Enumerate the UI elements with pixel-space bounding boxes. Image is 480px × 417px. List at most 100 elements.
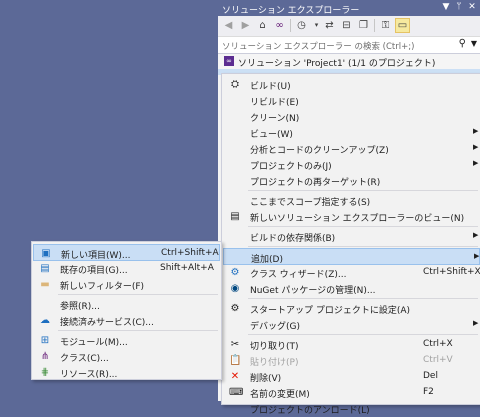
nuget-icon: ◉ [230, 283, 240, 294]
menu-item-scope-to-this[interactable]: ここまでスコープ指定する(S) [223, 192, 480, 209]
collapse-all-icon[interactable]: ⊟ [339, 18, 354, 33]
rename-icon: ⌨ [229, 387, 244, 398]
menu-separator [248, 190, 478, 191]
menu-item-label: 新しいフィルター(F) [60, 282, 145, 292]
menu-item-analyze[interactable]: 分析とコードのクリーンアップ(Z) ▶ [223, 140, 480, 157]
menu-item-label: 分析とコードのクリーンアップ(Z) [250, 146, 389, 156]
menu-item-label: プロジェクトの再ターゲット(R) [250, 178, 381, 188]
menu-item-add[interactable]: 追加(D) ▶ [223, 248, 480, 265]
menu-item-retarget[interactable]: プロジェクトの再ターゲット(R) [223, 172, 480, 189]
home-icon[interactable]: ⌂ [255, 18, 270, 33]
search-icon[interactable]: ⚲ [459, 38, 466, 49]
vs-icon[interactable]: ∞ [272, 18, 287, 33]
submenu-arrow-icon: ▶ [473, 319, 479, 327]
solution-label: ソリューション 'Project1' (1/1 のプロジェクト) [238, 59, 436, 69]
menu-item-connected-services[interactable]: ☁ 接続済みサービス(C)... [33, 312, 220, 329]
submenu-arrow-icon: ▶ [473, 143, 479, 151]
menu-item-label: 切り取り(T) [250, 342, 299, 352]
toolbar-separator [290, 19, 291, 32]
history-icon[interactable]: ◷ [294, 18, 309, 33]
menu-item-shortcut: Del [423, 371, 438, 381]
menu-item-build-dependencies[interactable]: ビルドの依存関係(B) ▶ [223, 228, 480, 245]
menu-item-shortcut: Ctrl+V [423, 355, 453, 365]
menu-item-label: NuGet パッケージの管理(N)... [250, 286, 376, 296]
properties-icon[interactable]: ⚿ [378, 18, 393, 33]
menu-item-new-explorer-view[interactable]: ▤ 新しいソリューション エクスプローラーのビュー(N) [223, 208, 480, 225]
tree-item-solution[interactable]: ∞ ソリューション 'Project1' (1/1 のプロジェクト) [218, 54, 480, 69]
menu-item-rename[interactable]: ⌨ 名前の変更(M) F2 [223, 384, 480, 401]
panel-title: ソリューション エクスプローラー [222, 6, 360, 16]
menu-item-label: クラス ウィザード(Z)... [250, 270, 347, 280]
project-context-menu: ⛭ ビルド(U) リビルド(E) クリーン(N) ビュー(W) ▶ 分析とコード… [221, 73, 480, 416]
window-position-dropdown-icon[interactable]: ▼ [440, 1, 452, 14]
paste-icon: 📋 [229, 355, 242, 366]
menu-item-new-item[interactable]: ▣ 新しい項目(W)... Ctrl+Shift+A [33, 244, 220, 261]
show-all-files-icon[interactable]: ❐ [356, 18, 371, 33]
menu-item-label: ビュー(W) [250, 130, 293, 140]
menu-item-debug[interactable]: デバッグ(G) ▶ [223, 316, 480, 333]
existing-item-icon: ▤ [40, 263, 50, 274]
new-item-icon: ▣ [41, 248, 51, 259]
menu-item-nuget[interactable]: ◉ NuGet パッケージの管理(N)... [223, 280, 480, 297]
menu-item-label: クラス(C)... [60, 354, 109, 364]
close-icon[interactable]: ✕ [466, 1, 478, 14]
class-icon: ⋔ [40, 351, 50, 362]
menu-item-label: リビルド(E) [250, 98, 299, 108]
menu-separator [58, 330, 218, 331]
menu-item-clean[interactable]: クリーン(N) [223, 108, 480, 125]
menu-item-label: 既存の項目(G)... [60, 266, 128, 276]
sync-icon[interactable]: ⇄ [322, 18, 337, 33]
module-icon: ⊞ [40, 335, 50, 346]
menu-separator [248, 298, 478, 299]
menu-item-label: ビルド(U) [250, 82, 291, 92]
pin-icon[interactable]: ᛘ [453, 1, 465, 14]
menu-item-resource[interactable]: ⋕ リソース(R)... [33, 364, 220, 381]
class-wizard-icon: ⚙ [230, 267, 240, 278]
menu-item-delete[interactable]: ✕ 削除(V) Del [223, 368, 480, 385]
add-submenu: ▣ 新しい項目(W)... Ctrl+Shift+A ▤ 既存の項目(G)...… [31, 241, 222, 380]
menu-item-shortcut: Shift+Alt+A [160, 263, 214, 273]
gear-icon: ⚙ [230, 303, 240, 314]
menu-item-new-filter[interactable]: ▬ 新しいフィルター(F) [33, 276, 220, 293]
menu-item-view[interactable]: ビュー(W) ▶ [223, 124, 480, 141]
menu-item-module[interactable]: ⊞ モジュール(M)... [33, 332, 220, 349]
menu-item-class-wizard[interactable]: ⚙ クラス ウィザード(Z)... Ctrl+Shift+X [223, 264, 480, 281]
menu-item-project-only[interactable]: プロジェクトのみ(J) ▶ [223, 156, 480, 173]
preview-icon[interactable]: ▭ [395, 18, 410, 33]
solution-explorer-toolbar: ◀ ▶ ⌂ ∞ ◷ ▾ ⇄ ⊟ ❐ ⚿ ▭ [218, 16, 480, 37]
menu-item-rebuild[interactable]: リビルド(E) [223, 92, 480, 109]
menu-item-cut[interactable]: ✂ 切り取り(T) Ctrl+X [223, 336, 480, 353]
menu-item-class[interactable]: ⋔ クラス(C)... [33, 348, 220, 365]
forward-icon[interactable]: ▶ [238, 18, 253, 33]
cut-icon: ✂ [230, 339, 240, 350]
menu-item-label: プロジェクトのアンロード(L) [250, 406, 370, 416]
menu-item-label: リソース(R)... [60, 370, 118, 380]
menu-item-unload-project[interactable]: プロジェクトのアンロード(L) [223, 400, 480, 417]
menu-separator [248, 246, 478, 247]
solution-icon: ∞ [224, 56, 234, 66]
folder-icon: ▬ [40, 279, 50, 290]
menu-item-label: プロジェクトのみ(J) [250, 162, 332, 172]
menu-item-label: 参照(R)... [60, 302, 100, 312]
menu-item-label: 名前の変更(M) [250, 390, 310, 400]
menu-item-label: スタートアップ プロジェクトに設定(A) [250, 306, 411, 316]
menu-item-shortcut: Ctrl+X [423, 339, 453, 349]
build-icon: ⛭ [231, 79, 239, 90]
search-options-dropdown-icon[interactable]: ▼ [471, 39, 477, 48]
submenu-arrow-icon: ▶ [473, 231, 479, 239]
menu-item-shortcut: Ctrl+Shift+A [161, 248, 219, 258]
menu-item-label: デバッグ(G) [250, 322, 300, 332]
search-input[interactable]: ソリューション エクスプローラー の検索 (Ctrl+;) [222, 40, 414, 52]
menu-item-reference[interactable]: 参照(R)... [33, 296, 220, 313]
menu-item-existing-item[interactable]: ▤ 既存の項目(G)... Shift+Alt+A [33, 260, 220, 277]
back-icon[interactable]: ◀ [221, 18, 236, 33]
menu-item-build[interactable]: ⛭ ビルド(U) [223, 76, 480, 93]
delete-icon: ✕ [230, 371, 240, 382]
toolbar-separator [374, 19, 375, 32]
menu-item-paste[interactable]: 📋 貼り付け(P) Ctrl+V [223, 352, 480, 369]
menu-separator [58, 294, 218, 295]
menu-item-set-startup[interactable]: ⚙ スタートアップ プロジェクトに設定(A) [223, 300, 480, 317]
menu-item-label: 接続済みサービス(C)... [60, 318, 154, 328]
menu-item-shortcut: F2 [423, 387, 434, 397]
solution-explorer-search[interactable]: ソリューション エクスプローラー の検索 (Ctrl+;) ⚲ ▼ [218, 37, 480, 54]
